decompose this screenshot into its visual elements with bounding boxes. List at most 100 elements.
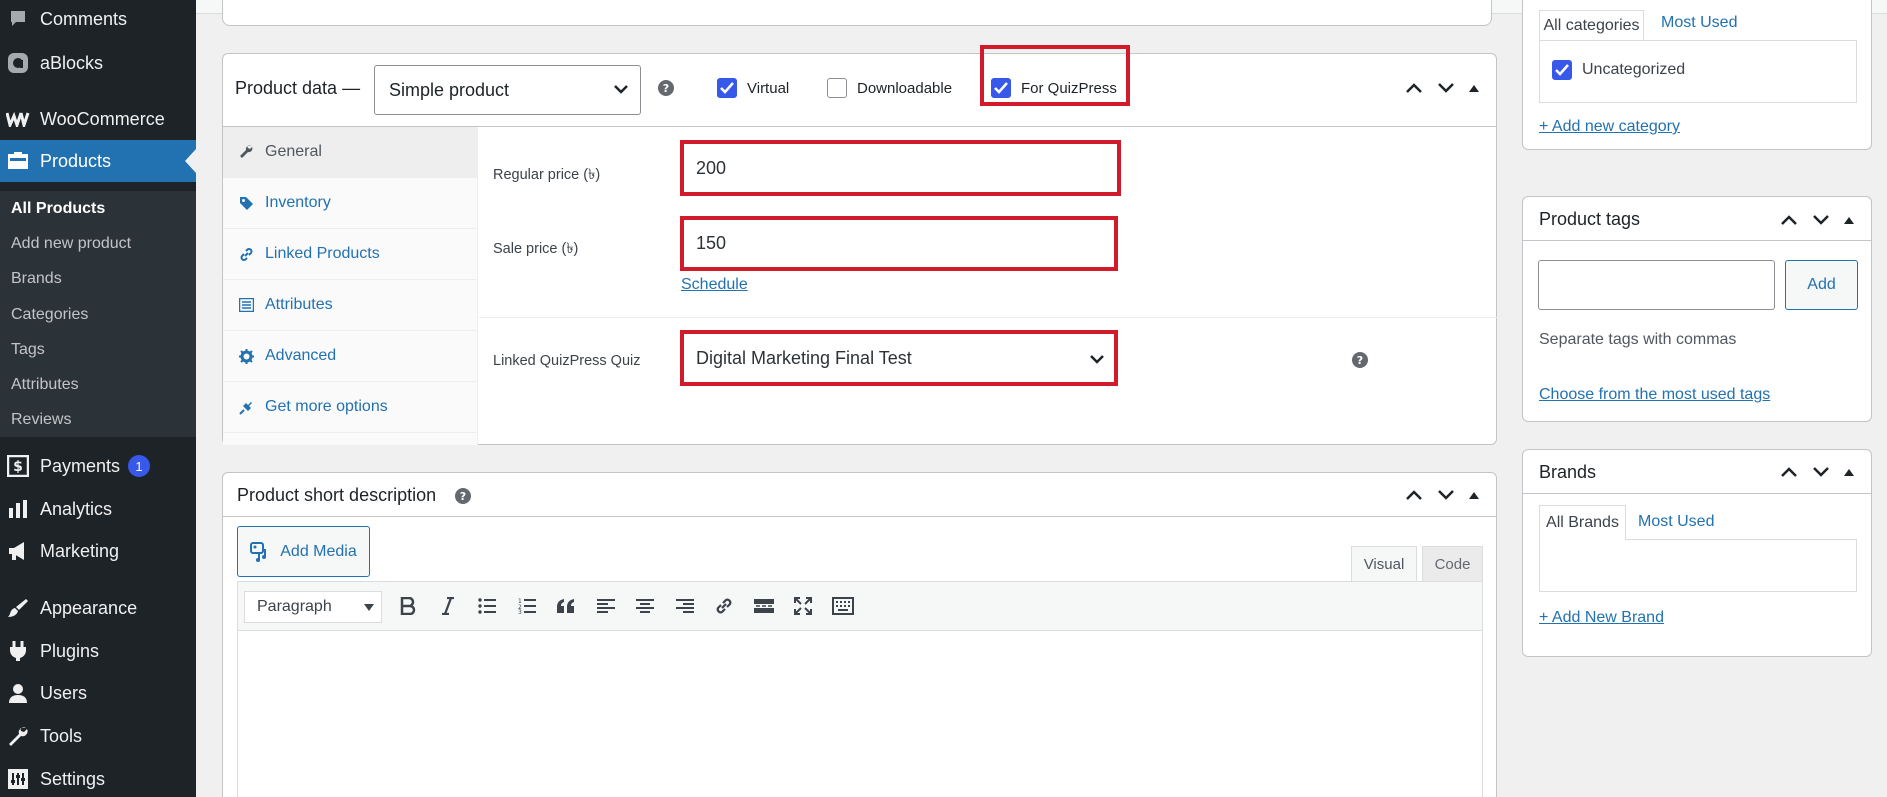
menu-appearance[interactable]: Appearance [0,587,196,629]
editor-content[interactable] [238,631,1482,797]
tab-label: Get more options [265,398,388,415]
add-tag-button[interactable]: Add [1785,260,1858,310]
svg-text:3: 3 [518,609,522,614]
numbered-list-icon[interactable]: 123 [513,592,541,620]
submenu-reviews[interactable]: Reviews [11,411,71,429]
move-up-icon[interactable] [1405,489,1423,501]
tab-most-used[interactable]: Most Used [1661,14,1737,32]
downloadable-label: Downloadable [857,79,953,97]
tab-general[interactable]: General [223,127,478,178]
help-icon[interactable]: ? [1352,352,1368,368]
menu-marketing[interactable]: Marketing [0,530,196,572]
choose-most-used-tags-link[interactable]: Choose from the most used tags [1539,386,1770,404]
menu-payments[interactable]: $ Payments 1 [0,445,196,487]
submenu-attributes[interactable]: Attributes [11,376,79,394]
collapse-toggle-icon[interactable] [1844,216,1854,224]
menu-woocommerce[interactable]: WooCommerce [0,98,196,140]
downloadable-checkbox[interactable]: Downloadable [827,78,952,98]
submenu-brands[interactable]: Brands [11,270,62,288]
tab-label: Advanced [265,347,337,364]
bullet-list-icon[interactable] [473,592,501,620]
postbox-handles [1780,214,1854,226]
product-data-tabs: General Inventory Linked Products Attrib… [223,127,478,445]
menu-ablocks[interactable]: aBlocks [0,42,196,84]
menu-label: Payments [40,455,121,476]
menu-tools[interactable]: Tools [0,715,196,757]
move-up-icon[interactable] [1405,82,1423,94]
menu-analytics[interactable]: Analytics [0,488,196,530]
help-icon[interactable]: ? [455,488,471,504]
product-type-select[interactable]: Simple product [374,65,641,115]
tab-inventory[interactable]: Inventory [223,178,478,229]
menu-plugins[interactable]: Plugins [0,630,196,672]
virtual-checkbox[interactable]: Virtual [717,78,789,98]
tab-visual[interactable]: Visual [1351,546,1417,582]
submenu-categories[interactable]: Categories [11,306,88,324]
move-down-icon[interactable] [1812,214,1830,226]
regular-price-input[interactable] [684,144,1117,192]
linked-quiz-select[interactable]: Digital Marketing Final Test [680,330,1118,386]
format-select[interactable]: Paragraph [244,591,382,623]
checkbox-unchecked-icon[interactable] [827,78,847,98]
bold-icon[interactable] [394,592,422,620]
schedule-link[interactable]: Schedule [681,276,748,294]
regular-price-highlight [680,140,1121,196]
move-down-icon[interactable] [1437,489,1455,501]
fullscreen-icon[interactable] [789,592,817,620]
link-icon [237,247,255,262]
for-quizpress-checkbox[interactable]: For QuizPress [991,78,1117,98]
read-more-icon[interactable] [750,592,778,620]
category-item[interactable]: Uncategorized [1552,60,1685,80]
collapse-toggle-icon[interactable] [1469,84,1479,92]
align-left-icon[interactable] [592,592,620,620]
collapse-toggle-icon[interactable] [1844,468,1854,476]
move-up-icon[interactable] [1780,214,1798,226]
menu-users[interactable]: Users [0,672,196,714]
wrench-icon [237,145,255,159]
menu-settings[interactable]: Settings [0,758,196,797]
italic-icon[interactable] [434,592,462,620]
tab-most-used-brands[interactable]: Most Used [1638,513,1714,531]
blockquote-icon[interactable] [552,592,580,620]
tab-advanced[interactable]: Advanced [223,331,478,382]
brands-title: Brands [1539,462,1597,482]
move-down-icon[interactable] [1812,466,1830,478]
ablocks-icon [5,50,31,76]
submenu-add-new-product[interactable]: Add new product [11,235,131,253]
collapse-toggle-icon[interactable] [1469,491,1479,499]
add-new-category-link[interactable]: + Add new category [1539,118,1680,136]
submenu-tags[interactable]: Tags [11,341,45,359]
tab-get-more-options[interactable]: Get more options [223,382,478,433]
menu-products[interactable]: Products [0,140,196,182]
toolbar-toggle-icon[interactable] [829,592,857,620]
menu-comments[interactable]: Comments [0,0,196,38]
checkbox-checked-icon[interactable] [991,78,1011,98]
tab-linked-products[interactable]: Linked Products [223,229,478,280]
tags-input[interactable] [1538,260,1775,310]
add-new-brand-link[interactable]: + Add New Brand [1539,609,1664,627]
menu-label: Marketing [40,540,120,561]
tab-all-brands[interactable]: All Brands [1539,505,1626,540]
tab-code[interactable]: Code [1422,546,1483,582]
menu-label: Products [40,150,112,171]
move-up-icon[interactable] [1780,466,1798,478]
help-icon[interactable]: ? [658,80,674,96]
tags-hint: Separate tags with commas [1539,331,1737,348]
tab-attributes[interactable]: Attributes [223,280,478,331]
add-media-button[interactable]: Add Media [237,526,370,577]
align-center-icon[interactable] [631,592,659,620]
tab-all-categories[interactable]: All categories [1539,10,1644,40]
submenu-all-products[interactable]: All Products [11,200,105,218]
brands-header: Brands [1523,450,1871,494]
products-submenu: All Products Add new product Brands Cate… [0,191,196,437]
checkbox-checked-icon[interactable] [717,78,737,98]
toolbar-buttons: 123 [394,592,857,620]
menu-label: Plugins [40,640,100,661]
move-down-icon[interactable] [1437,82,1455,94]
checkbox-checked-icon[interactable] [1552,60,1572,80]
link-icon[interactable] [710,592,738,620]
sale-price-input[interactable] [684,220,1114,267]
align-right-icon[interactable] [671,592,699,620]
plug-icon [237,400,255,415]
for-quizpress-label: For QuizPress [1021,79,1117,97]
